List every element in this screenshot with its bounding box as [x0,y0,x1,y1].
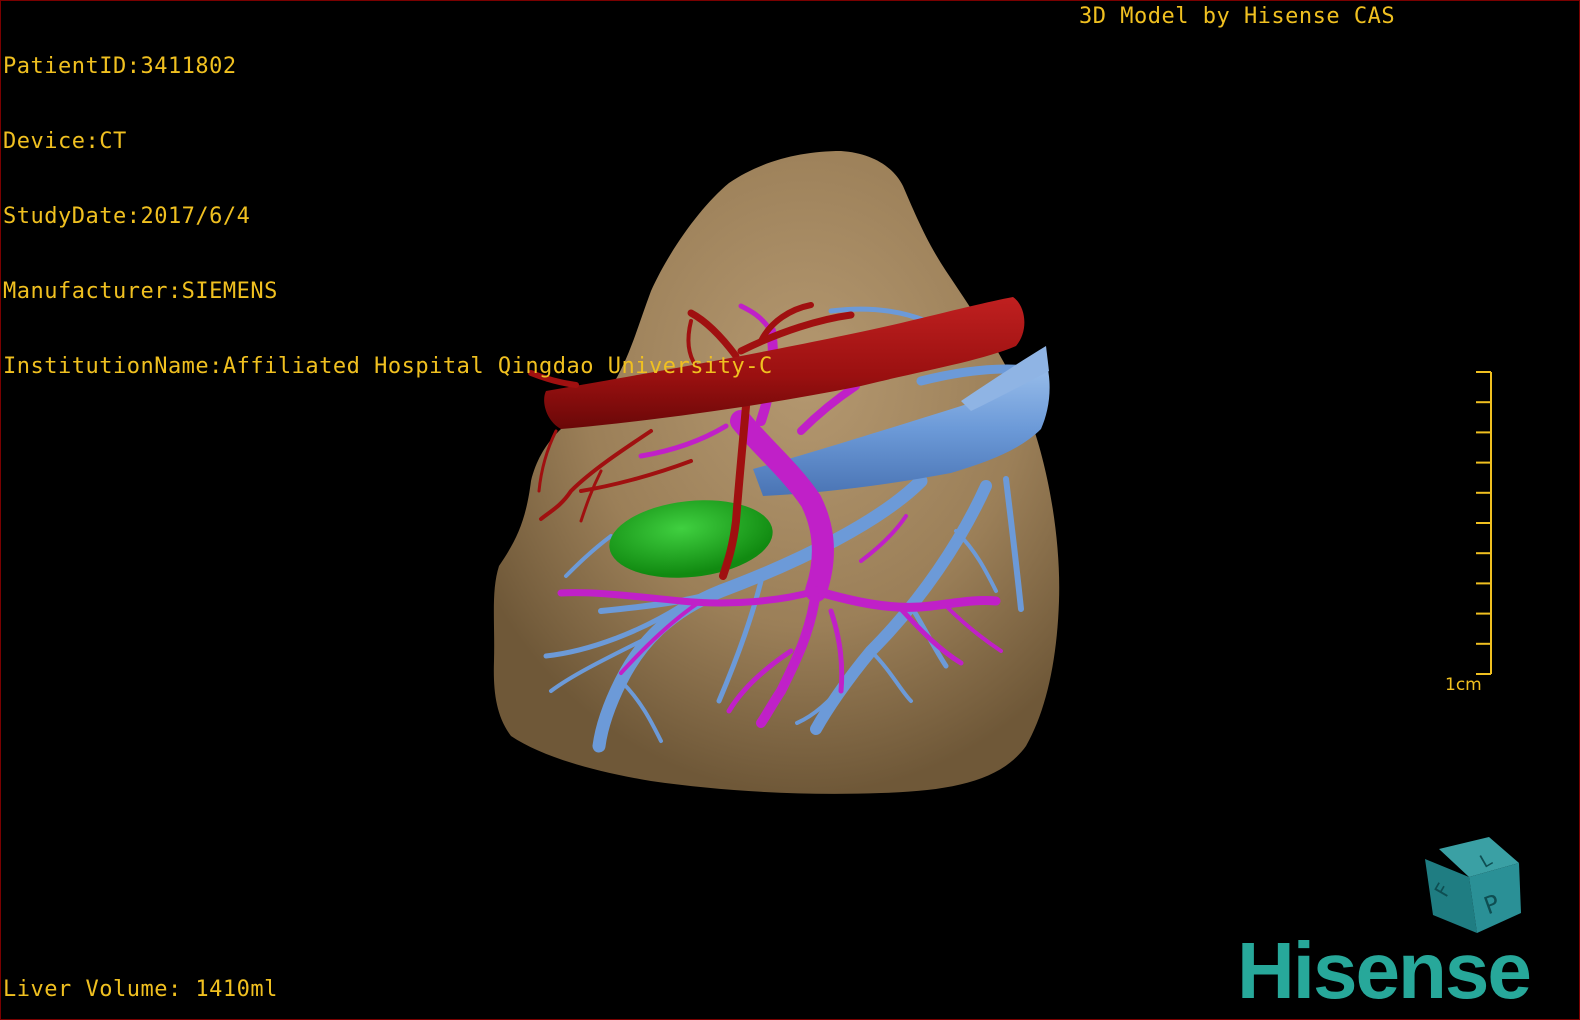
3d-viewport[interactable]: PatientID:3411802 Device:CT StudyDate:20… [0,0,1580,1020]
orientation-cube[interactable]: F L P [1,1,1579,1019]
hisense-logo: Hisense [1237,926,1532,1015]
